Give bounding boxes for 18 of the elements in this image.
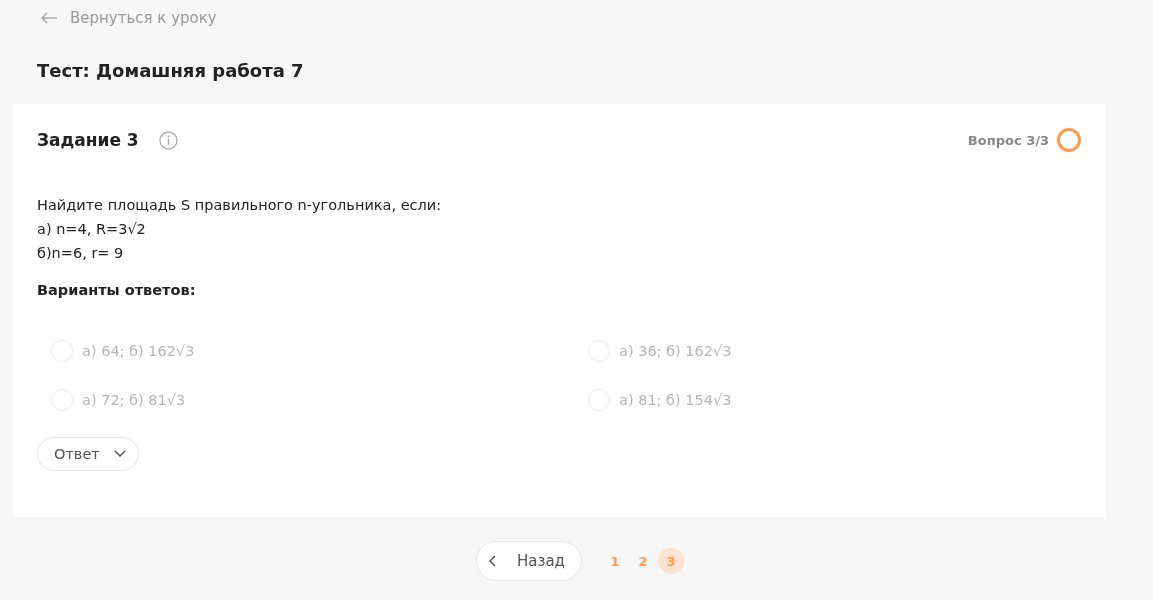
info-icon[interactable]	[158, 130, 178, 150]
back-button[interactable]: Назад	[476, 541, 582, 581]
page-number[interactable]: 2	[630, 548, 656, 574]
task-title: Задание 3	[37, 130, 139, 150]
progress-ring-icon	[1057, 128, 1081, 152]
page-number[interactable]: 3	[658, 548, 684, 574]
question-line: а) n=4, R=3√2	[37, 220, 147, 239]
question-line: б)n=6, r= 9	[37, 244, 125, 263]
options-heading: Варианты ответов:	[37, 282, 197, 298]
test-title: Тест: Домашняя работа 7	[36, 59, 305, 83]
chevron-left-icon	[489, 555, 497, 567]
back-arrow-icon	[40, 12, 58, 24]
question-counter: Вопрос 3/3	[967, 132, 1049, 148]
page-number[interactable]: 1	[602, 548, 628, 574]
question-line: Найдите площадь S правильного n-угольника, если:	[37, 196, 443, 215]
back-link[interactable]: Вернуться к уроку	[70, 9, 217, 27]
answer-dropdown-button[interactable]: Ответ	[37, 437, 139, 471]
chevron-down-icon	[113, 450, 126, 458]
